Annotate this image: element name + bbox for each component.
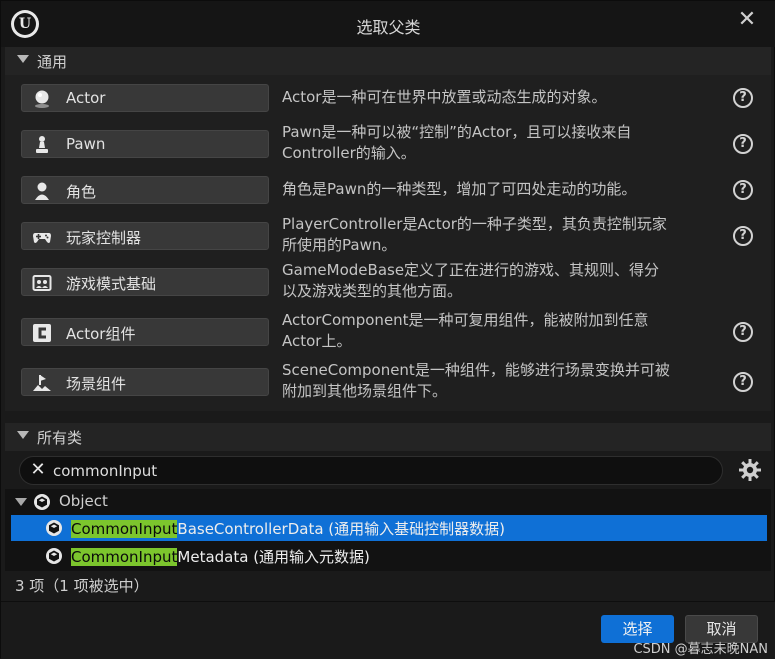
object-class-icon [34,494,50,510]
class-description-line: ActorComponent是一种可复用组件，能被附加到任意 [282,311,649,329]
tree-item-rest: BaseControllerData (通用输入基础控制器数据) [177,520,506,538]
class-search-box: ✕ [19,456,723,485]
help-icon[interactable]: ? [733,322,753,342]
help-icon[interactable]: ? [733,180,753,200]
all-classes-section-header[interactable]: 所有类 [5,423,771,451]
class-button-4[interactable]: 游戏模式基础 [21,268,269,296]
pick-parent-class-dialog: U 选取父类 ✕ 通用 Actor Actor是一种可在世界中放置或动态生成的对象… [0,0,775,659]
class-description: ActorComponent是一种可复用组件，能被附加到任意 Actor上。 [282,310,722,352]
class-button-6[interactable]: 场景组件 [21,368,269,396]
class-description-line: 所使用的Pawn。 [282,236,397,254]
class-description-line: Controller的输入。 [282,144,416,162]
common-class-row: Pawn Pawn是一种可以被“控制”的Actor，且可以接收来自 Controll… [5,121,771,171]
expand-arrow-icon[interactable] [15,498,27,506]
common-section-label: 通用 [37,53,68,71]
all-classes-section-label: 所有类 [37,429,83,447]
window-title: 选取父类 [356,18,421,37]
search-match-highlight: CommonInput [71,520,178,538]
tree-item[interactable]: CommonInputBaseControllerData (通用输入基础控制器… [11,515,767,541]
class-description-line: Pawn是一种可以被“控制”的Actor，且可以接收来自 [282,123,632,141]
actor-sphere-icon [32,89,52,109]
title-bar: U 选取父类 ✕ [1,1,775,47]
class-button-label: 游戏模式基础 [66,275,157,293]
class-description-line: Actor是一种可在世界中放置或动态生成的对象。 [282,88,607,106]
tree-item-label: CommonInputMetadata (通用输入元数据) [71,546,370,567]
class-search-row: ✕ [5,451,771,491]
common-class-row: 场景组件 SceneComponent是一种组件，能够进行场景变换并可被 附加到其他… [5,359,771,409]
watermark-text: CSDN @暮志未晚NAN [633,642,768,657]
class-description: Pawn是一种可以被“控制”的Actor，且可以接收来自 Controller的输… [282,122,722,164]
pawn-icon [32,135,52,155]
collapse-arrow-icon [17,431,29,439]
class-description: 角色是Pawn的一种类型，增加了可四处走动的功能。 [282,179,722,200]
class-button-2[interactable]: 角色 [21,176,269,204]
common-class-row: 游戏模式基础 GameModeBase定义了正在进行的游戏、其规则、得分 以及游戏类… [5,259,771,309]
class-tree: Object CommonInputBaseControllerData (通用… [5,489,771,571]
game-mode-icon [32,273,52,293]
settings-gear-icon[interactable] [738,458,762,482]
class-search-input[interactable] [53,460,653,482]
help-icon[interactable]: ? [733,372,753,392]
close-icon[interactable]: ✕ [736,9,758,31]
object-class-icon [46,548,62,564]
common-classes-panel: Actor Actor是一种可在世界中放置或动态生成的对象。? Pawn Pawn是一… [5,75,771,411]
help-icon[interactable]: ? [733,226,753,246]
class-description: PlayerController是Actor的一种子类型，其负责控制玩家 所使用的… [282,214,722,256]
clear-search-icon[interactable]: ✕ [28,459,48,481]
dialog-footer: 选择 取消 CSDN @暮志未晚NAN [1,601,775,659]
tree-item[interactable]: CommonInputMetadata (通用输入元数据) [11,543,767,569]
class-button-0[interactable]: Actor [21,84,269,112]
common-class-row: Actor组件 ActorComponent是一种可复用组件，能被附加到任意 Act… [5,309,771,359]
class-description-line: 附加到其他场景组件下。 [282,382,448,400]
character-icon [32,181,52,201]
class-button-5[interactable]: Actor组件 [21,318,269,346]
gamepad-icon [32,227,52,247]
class-description-line: Actor上。 [282,332,352,350]
tree-item-rest: Metadata (通用输入元数据) [177,548,370,566]
common-class-row: 角色 角色是Pawn的一种类型，增加了可四处走动的功能。? [5,167,771,217]
search-match-highlight: CommonInput [71,548,178,566]
tree-root-label: Object [59,492,108,510]
common-section-header[interactable]: 通用 [5,47,771,75]
help-icon[interactable]: ? [733,88,753,108]
class-button-label: Actor组件 [66,325,136,343]
common-class-row: Actor Actor是一种可在世界中放置或动态生成的对象。? [5,75,771,125]
tree-item-label: CommonInputBaseControllerData (通用输入基础控制器… [71,518,505,539]
help-icon[interactable]: ? [733,134,753,154]
class-button-label: 玩家控制器 [66,229,142,247]
object-class-icon [46,520,62,536]
collapse-arrow-icon [17,55,29,63]
class-button-label: 角色 [66,183,97,201]
class-description: GameModeBase定义了正在进行的游戏、其规则、得分 以及游戏类型的其他方面… [282,260,722,302]
actor-component-icon [32,323,52,343]
class-description-line: SceneComponent是一种组件，能够进行场景变换并可被 [282,361,670,379]
class-button-1[interactable]: Pawn [21,130,269,158]
tree-root-object[interactable]: Object [5,489,771,515]
class-button-3[interactable]: 玩家控制器 [21,222,269,250]
class-button-label: 场景组件 [66,375,127,393]
class-button-label: Actor [66,89,106,107]
selection-status: 3 项（1 项被选中） [15,577,149,595]
common-class-row: 玩家控制器 PlayerController是Actor的一种子类型，其负责控制玩… [5,213,771,263]
class-description-line: PlayerController是Actor的一种子类型，其负责控制玩家 [282,215,667,233]
scene-component-icon [32,373,52,393]
class-description-line: GameModeBase定义了正在进行的游戏、其规则、得分 [282,261,660,279]
class-description: Actor是一种可在世界中放置或动态生成的对象。 [282,87,722,108]
class-description-line: 角色是Pawn的一种类型，增加了可四处走动的功能。 [282,180,637,198]
class-button-label: Pawn [66,135,106,153]
class-description: SceneComponent是一种组件，能够进行场景变换并可被 附加到其他场景组件… [282,360,722,402]
class-description-line: 以及游戏类型的其他方面。 [282,282,463,300]
